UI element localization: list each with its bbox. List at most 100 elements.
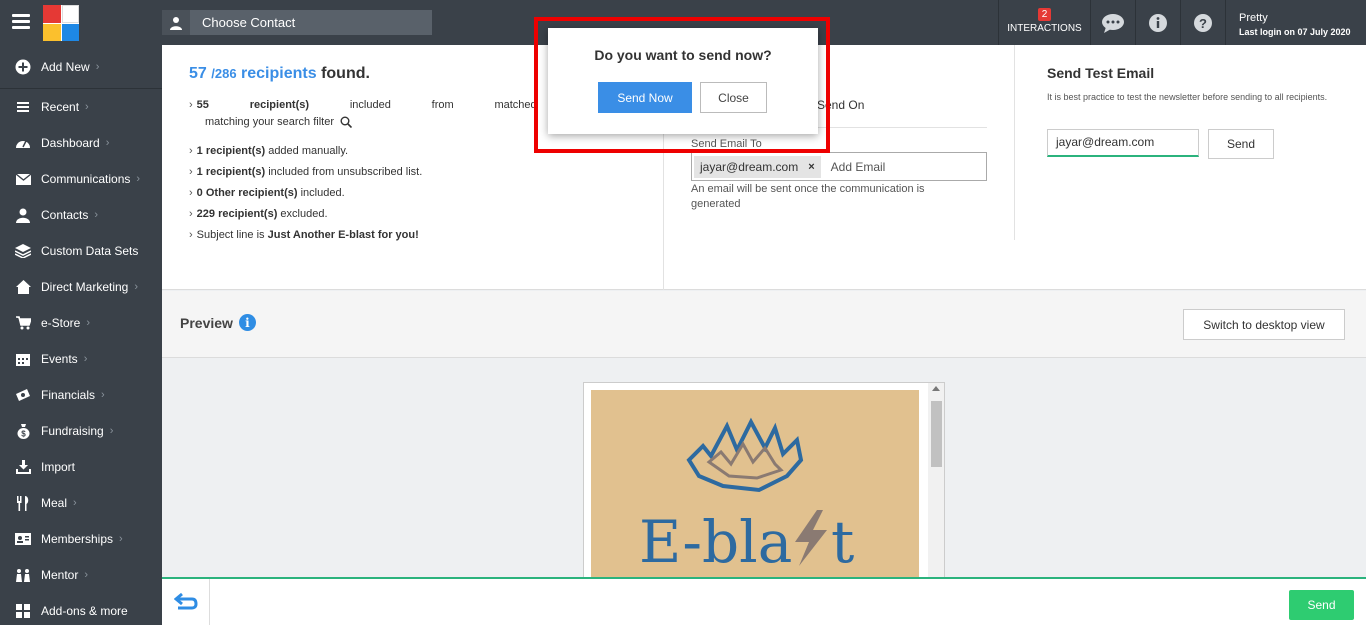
sidebar-item-label: Communications (41, 172, 131, 186)
sidebar-item-direct-marketing[interactable]: Direct Marketing › (0, 269, 162, 305)
send-confirm-dialog: Do you want to send now? Send Now Close (548, 28, 818, 134)
sidebar-item-recent[interactable]: Recent › (0, 89, 162, 125)
interactions-button[interactable]: 2 INTERACTIONS (998, 0, 1090, 45)
sidebar-item-add-new[interactable]: Add New › (0, 45, 162, 89)
dashboard-icon (14, 134, 32, 152)
scroll-up-icon[interactable] (932, 386, 940, 391)
sidebar-item-label: Add New (41, 59, 90, 74)
list-text-bold: 1 recipient(s) (196, 166, 266, 178)
last-login: Last login on 07 July 2020 (1239, 27, 1351, 37)
interactions-label: INTERACTIONS (1007, 23, 1082, 34)
sidebar-item-label: Meal (41, 496, 68, 510)
sidebar-item-label: Dashboard (41, 136, 100, 150)
app-logo[interactable] (43, 5, 79, 41)
banner-text: E-bla (639, 508, 792, 576)
interactions-badge: 2 (1037, 8, 1052, 21)
test-email-description: It is best practice to test the newslett… (1047, 92, 1328, 102)
sidebar-item-e-store[interactable]: e-Store › (0, 305, 162, 341)
test-email-title: Send Test Email (1047, 65, 1155, 81)
email-chip: jayar@dream.com × (694, 155, 821, 178)
sidebar-item-label: Contacts (41, 208, 89, 222)
info-icon[interactable] (1135, 0, 1180, 45)
sidebar-item-label: Mentor (41, 568, 79, 582)
sidebar-item-communications[interactable]: Communications › (0, 161, 162, 197)
sidebar-item-label: Financials (41, 388, 96, 402)
switch-desktop-view-button[interactable]: Switch to desktop view (1183, 309, 1345, 340)
info-icon[interactable]: i (238, 314, 256, 331)
sidebar-item-meal[interactable]: Meal › (0, 485, 162, 521)
user-menu[interactable]: Pretty Last login on 07 July 2020 (1225, 0, 1366, 45)
envelope-icon (14, 170, 32, 188)
list-text-bold: 1 recipient(s) (196, 145, 266, 157)
add-email-input[interactable]: Add Email (831, 160, 886, 174)
import-icon (14, 458, 32, 476)
list-text-bold: 0 Other recipient(s) (196, 187, 298, 199)
list-text: included. (297, 187, 345, 199)
recent-icon (14, 98, 32, 116)
grid-icon (14, 602, 32, 620)
choose-contact-field[interactable]: Choose Contact (162, 10, 432, 35)
sidebar-item-memberships[interactable]: Memberships › (0, 521, 162, 557)
bottom-action-bar: Send (162, 577, 1366, 625)
sidebar-item-label: Events (41, 352, 78, 366)
help-icon[interactable]: ? (1180, 0, 1225, 45)
close-button[interactable]: Close (700, 82, 767, 113)
sidebar-item-contacts[interactable]: Contacts › (0, 197, 162, 233)
list-text: matching your search filter (205, 116, 334, 128)
plus-circle-icon (14, 58, 32, 76)
id-card-icon (14, 530, 32, 548)
scrollbar-thumb[interactable] (931, 401, 942, 467)
sidebar: Add New › Recent › Dashboard › Communicatio… (0, 45, 162, 625)
matched-count: 55 (196, 99, 209, 111)
sidebar-item-label: Direct Marketing (41, 280, 129, 294)
sidebar-item-label: Import (41, 460, 76, 474)
test-email-input[interactable]: jayar@dream.com (1047, 129, 1199, 157)
home-icon (14, 278, 32, 296)
sidebar-item-events[interactable]: Events › (0, 341, 162, 377)
meal-icon (14, 494, 32, 512)
email-chip-text: jayar@dream.com (700, 159, 799, 174)
svg-text:$: $ (21, 429, 26, 438)
preview-title-text: Preview (180, 314, 233, 331)
user-icon (162, 10, 190, 35)
cart-icon (14, 314, 32, 332)
subject-line: Just Another E-blast for you! (267, 229, 419, 241)
recipients-word: recipients (241, 65, 317, 82)
list-text: added manually. (265, 145, 349, 157)
list-item: › 229 recipient(s) excluded. (189, 208, 328, 220)
menu-icon[interactable] (12, 14, 30, 30)
search-icon[interactable] (340, 116, 353, 131)
svg-text:?: ? (1199, 16, 1207, 31)
sidebar-item-dashboard[interactable]: Dashboard › (0, 125, 162, 161)
calendar-icon (14, 350, 32, 368)
money-bag-icon: $ (14, 422, 32, 440)
test-send-button[interactable]: Send (1208, 129, 1274, 159)
user-icon (14, 206, 32, 224)
choose-contact-label: Choose Contact (202, 15, 296, 30)
list-text: included (349, 99, 391, 111)
sidebar-item-custom-data-sets[interactable]: Custom Data Sets (0, 233, 162, 269)
mentor-icon (14, 566, 32, 584)
send-email-to-field[interactable]: jayar@dream.com × Add Email (691, 152, 987, 181)
sidebar-item-add-ons[interactable]: Add-ons & more (0, 593, 162, 625)
dialog-buttons: Send Now Close (598, 82, 767, 113)
list-text: matched (494, 99, 537, 111)
send-button[interactable]: Send (1289, 590, 1354, 620)
send-test-email-panel: Send Test Email It is best practice to t… (1014, 45, 1366, 240)
chat-icon[interactable] (1090, 0, 1135, 45)
sidebar-item-import[interactable]: Import (0, 449, 162, 485)
preview-title: Preview i (180, 314, 256, 331)
money-icon (14, 386, 32, 404)
list-text: recipient(s) (249, 99, 310, 111)
send-now-button[interactable]: Send Now (598, 82, 692, 113)
sidebar-item-label: Custom Data Sets (41, 244, 139, 258)
sidebar-item-fundraising[interactable]: $ Fundraising › (0, 413, 162, 449)
sidebar-item-label: Recent (41, 100, 80, 114)
back-arrow-icon (173, 592, 198, 613)
back-button[interactable] (162, 579, 210, 625)
recipients-found-count: 57 (189, 65, 207, 82)
sidebar-item-financials[interactable]: Financials › (0, 377, 162, 413)
send-note: An email will be sent once the communica… (691, 183, 925, 210)
remove-chip-icon[interactable]: × (808, 161, 814, 173)
sidebar-item-mentor[interactable]: Mentor › (0, 557, 162, 593)
